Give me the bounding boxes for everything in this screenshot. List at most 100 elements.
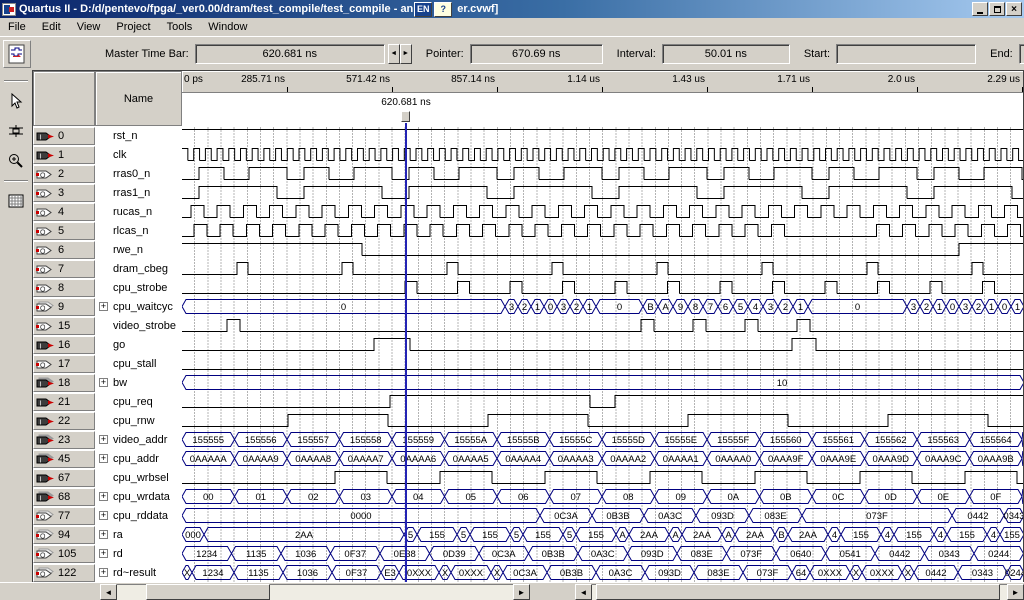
expand-icon[interactable]: + — [99, 549, 108, 558]
waveform-row-cpu_wrdata[interactable]: 000102030405060708090A0B0C0D0E0F — [182, 487, 1024, 506]
row-number-cell[interactable]: I21 — [33, 393, 95, 411]
expand-icon[interactable]: + — [99, 435, 108, 444]
signal-name-cell[interactable]: cpu_strobe — [95, 278, 182, 297]
toolbar-field-value-0[interactable]: 620.681 ns — [195, 44, 385, 64]
waveform-row-video_addr[interactable]: 15555515555615555715555815555915555A1555… — [182, 430, 1024, 449]
toolbar-field-value-4[interactable] — [1019, 44, 1024, 64]
time-bar-next-icon[interactable]: ► — [400, 44, 412, 64]
scroll-right-icon[interactable]: ► — [513, 584, 530, 600]
waveform-row-dram_cbeg[interactable] — [182, 259, 1024, 278]
row-number-cell[interactable]: O122 — [33, 564, 95, 582]
signal-name-cell[interactable]: +ra — [95, 525, 182, 544]
signal-name-cell[interactable]: +rd~result — [95, 563, 182, 582]
row-number-cell[interactable]: O3 — [33, 184, 95, 202]
row-number-cell[interactable]: O6 — [33, 241, 95, 259]
row-number-cell[interactable]: I67 — [33, 469, 95, 487]
row-number-cell[interactable]: O77 — [33, 507, 95, 525]
zoom-tool-button[interactable] — [3, 148, 29, 174]
waveform-row-cpu_wrbsel[interactable] — [182, 468, 1024, 487]
waveform-row-cpu_rnw[interactable] — [182, 411, 1024, 430]
waveform-row-rlcas_n[interactable] — [182, 221, 1024, 240]
waveform-row-rd[interactable]: 1234113510360F370E380D390C3A0B3B0A3C093D… — [182, 544, 1024, 563]
expand-icon[interactable]: + — [99, 530, 108, 539]
waveform-row-cpu_rddata[interactable]: 00000C3A0B3B0A3C093D083E073F04420343 — [182, 506, 1024, 525]
signal-name-cell[interactable]: rucas_n — [95, 202, 182, 221]
name-panel-scrollbar[interactable]: ◄ ► — [100, 584, 530, 600]
waveform-row-rwe_n[interactable] — [182, 240, 1024, 259]
waveform-row-rst_n[interactable] — [182, 126, 1024, 145]
row-number-cell[interactable]: O2 — [33, 165, 95, 183]
waveform-editor-button[interactable] — [3, 40, 31, 68]
language-badge[interactable]: EN — [414, 2, 432, 17]
scrollbar-thumb[interactable] — [146, 584, 270, 600]
waveform-row-rras0_n[interactable] — [182, 164, 1024, 183]
scroll-left-icon[interactable]: ◄ — [575, 584, 592, 600]
toolbar-field-value-1[interactable]: 670.69 ns — [470, 44, 603, 64]
expand-icon[interactable]: + — [99, 492, 108, 501]
waveform-row-cpu_stall[interactable] — [182, 354, 1024, 373]
row-number-cell[interactable]: I68 — [33, 488, 95, 506]
grid-tool-button[interactable] — [3, 188, 29, 214]
signal-name-cell[interactable]: cpu_req — [95, 392, 182, 411]
expand-icon[interactable]: + — [99, 302, 108, 311]
pointer-tool-button[interactable] — [3, 88, 29, 114]
signal-name-cell[interactable]: rras1_n — [95, 183, 182, 202]
scrollbar-thumb[interactable] — [596, 584, 1000, 600]
waveform-row-go[interactable] — [182, 335, 1024, 354]
menu-file[interactable]: File — [0, 19, 34, 35]
waveform-row-rd~result[interactable]: X1234113510360F37E30XXXX0XXXX0C3A0B3B0A3… — [182, 563, 1024, 582]
scroll-left-icon[interactable]: ◄ — [100, 584, 117, 600]
signal-name-cell[interactable]: go — [95, 335, 182, 354]
row-number-cell[interactable]: I0 — [33, 127, 95, 145]
signal-name-cell[interactable]: rwe_n — [95, 240, 182, 259]
row-number-cell[interactable]: O105 — [33, 545, 95, 563]
signal-name-cell[interactable]: +cpu_rddata — [95, 506, 182, 525]
restore-button[interactable] — [989, 2, 1005, 16]
master-time-bar-handle[interactable] — [401, 111, 410, 122]
waveform-row-cpu_strobe[interactable] — [182, 278, 1024, 297]
row-number-cell[interactable]: O8 — [33, 279, 95, 297]
waveform-row-rucas_n[interactable] — [182, 202, 1024, 221]
signal-name-cell[interactable]: dram_cbeg — [95, 259, 182, 278]
row-number-cell[interactable]: I22 — [33, 412, 95, 430]
signal-name-cell[interactable]: clk — [95, 145, 182, 164]
signal-name-cell[interactable]: +cpu_waitcyc — [95, 297, 182, 316]
time-bar-prev-icon[interactable]: ◄ — [388, 44, 400, 64]
row-number-cell[interactable]: I16 — [33, 336, 95, 354]
waveform-scrollbar[interactable]: ◄ ► — [575, 584, 1024, 600]
signal-name-cell[interactable]: +video_addr — [95, 430, 182, 449]
waveform-row-cpu_addr[interactable]: 0AAAAA0AAAA90AAAA80AAAA70AAAA60AAAA50AAA… — [182, 449, 1024, 468]
signal-name-cell[interactable]: +cpu_addr — [95, 449, 182, 468]
signal-name-cell[interactable]: video_strobe — [95, 316, 182, 335]
edit-tool-button[interactable] — [3, 118, 29, 144]
menu-edit[interactable]: Edit — [34, 19, 69, 35]
row-number-cell[interactable]: O7 — [33, 260, 95, 278]
signal-name-cell[interactable]: cpu_wrbsel — [95, 468, 182, 487]
row-number-cell[interactable]: O5 — [33, 222, 95, 240]
row-number-cell[interactable]: O9 — [33, 298, 95, 316]
menu-view[interactable]: View — [69, 19, 109, 35]
row-number-cell[interactable]: I45 — [33, 450, 95, 468]
row-number-cell[interactable]: I1 — [33, 146, 95, 164]
signal-name-cell[interactable]: cpu_rnw — [95, 411, 182, 430]
toolbar-field-value-3[interactable] — [836, 44, 976, 64]
expand-icon[interactable]: + — [99, 568, 108, 577]
waveform-row-cpu_waitcyc[interactable]: 032103210BA9876543210321032101 — [182, 297, 1024, 316]
signal-name-cell[interactable]: +bw — [95, 373, 182, 392]
row-number-cell[interactable]: O94 — [33, 526, 95, 544]
master-time-bar-line[interactable] — [405, 123, 407, 582]
signal-name-cell[interactable]: rst_n — [95, 126, 182, 145]
signal-name-cell[interactable]: cpu_stall — [95, 354, 182, 373]
minimize-button[interactable] — [972, 2, 988, 16]
row-number-cell[interactable]: I18 — [33, 374, 95, 392]
row-number-cell[interactable]: O15 — [33, 317, 95, 335]
toolbar-field-value-2[interactable]: 50.01 ns — [662, 44, 790, 64]
expand-icon[interactable]: + — [99, 511, 108, 520]
waveform-row-bw[interactable]: 10 — [182, 373, 1024, 392]
scroll-right-icon[interactable]: ► — [1007, 584, 1024, 600]
menu-tools[interactable]: Tools — [159, 19, 201, 35]
waveform-row-video_strobe[interactable] — [182, 316, 1024, 335]
expand-icon[interactable]: + — [99, 454, 108, 463]
language-help-icon[interactable]: ? — [434, 2, 452, 17]
timeline-ruler[interactable]: 0 ps285.71 ns571.42 ns857.14 ns1.14 us1.… — [182, 71, 1024, 93]
